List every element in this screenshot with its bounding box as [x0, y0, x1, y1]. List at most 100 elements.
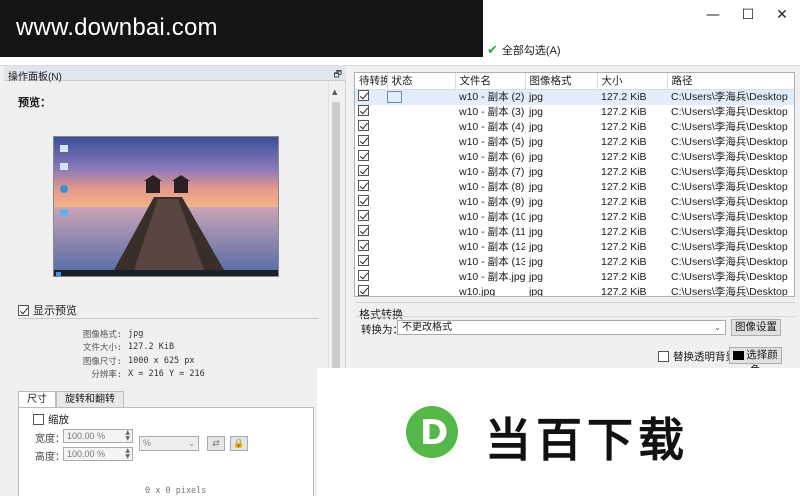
lock-ratio-icon[interactable]: 🔒 [230, 436, 248, 451]
format-cell: jpg [529, 270, 544, 283]
row-checkbox[interactable] [358, 209, 369, 221]
show-preview-checkbox[interactable]: 显示预览 [18, 302, 77, 318]
row-checkbox-cell[interactable] [355, 224, 387, 240]
table-row[interactable]: w10 - 副本 (12.... jpg 127.2 KiB C:\Users\李海兵… [355, 239, 794, 255]
column-header[interactable]: 图像格式 [525, 73, 598, 90]
table-row[interactable]: w10 - 副本 (13.... jpg 127.2 KiB C:\Users\李海兵… [355, 254, 794, 270]
info-row: 文件大小: 127.2 KiB [34, 341, 205, 355]
table-row[interactable]: w10 - 副本 (5).... jpg 127.2 KiB C:\Users\李海兵… [355, 134, 794, 150]
row-checkbox-cell[interactable] [355, 194, 387, 210]
brand-name: 当百下载 [485, 413, 689, 467]
minimize-button[interactable]: — [696, 4, 730, 26]
path-cell: C:\Users\李海兵\Desktop [671, 285, 788, 297]
format-cell: jpg [525, 89, 597, 105]
size-cell: 127.2 KiB [601, 195, 647, 208]
row-checkbox[interactable] [358, 269, 369, 281]
path-cell: C:\Users\李海兵\Desktop [667, 89, 794, 105]
column-header[interactable]: 大小 [597, 73, 668, 90]
row-checkbox[interactable] [358, 254, 369, 266]
checkbox[interactable] [18, 304, 29, 316]
scroll-up-icon[interactable]: ▲ [332, 88, 337, 96]
row-checkbox[interactable] [358, 149, 369, 161]
unit-select[interactable]: % ⌄ [139, 436, 199, 451]
row-checkbox-cell[interactable] [355, 164, 387, 180]
format-cell: jpg [529, 150, 544, 163]
path-cell: C:\Users\李海兵\Desktop [671, 225, 788, 238]
operation-panel: 操作面板(N) 🗗 预览： 显示预览 图像格式: jpg 文件大小: 127.2… [4, 66, 346, 496]
checkbox[interactable] [33, 414, 44, 425]
replace-transparent-checkbox[interactable]: 替换透明背景 [658, 349, 736, 364]
table-row[interactable]: w10 - 副本 (11.... jpg 127.2 KiB C:\Users\李海兵… [355, 224, 794, 240]
format-cell: jpg [529, 105, 544, 118]
zoom-checkbox[interactable]: 缩放 [33, 412, 69, 427]
filename-cell: w10 - 副本 (7).... [459, 165, 525, 178]
column-header[interactable]: 路径 [667, 73, 794, 90]
row-checkbox[interactable] [358, 89, 369, 101]
table-row[interactable]: w10 - 副本 (7).... jpg 127.2 KiB C:\Users\李海兵… [355, 164, 794, 180]
size-cell: 127.2 KiB [601, 270, 647, 283]
spin-arrows-icon[interactable]: ▲ ▼ [125, 448, 130, 460]
table-row[interactable]: w10 - 副本 (9).... jpg 127.2 KiB C:\Users\李海兵… [355, 194, 794, 210]
row-checkbox[interactable] [358, 194, 369, 206]
row-checkbox-cell[interactable] [355, 89, 387, 105]
column-header[interactable]: 待转换 [355, 73, 388, 90]
swap-icon[interactable]: ⇄ [207, 436, 225, 451]
column-header[interactable]: 文件名 [455, 73, 526, 90]
table-row[interactable]: w10 - 副本 (3).... jpg 127.2 KiB C:\Users\李海兵… [355, 104, 794, 120]
maximize-button[interactable]: ☐ [731, 4, 765, 26]
size-cell: 127.2 KiB [601, 135, 647, 148]
convert-format-select[interactable]: 不更改格式 ⌄ [397, 320, 726, 335]
row-checkbox-cell[interactable] [355, 254, 387, 270]
close-button[interactable]: ✕ [765, 4, 799, 26]
status-cell [387, 285, 455, 297]
status-cell [387, 135, 455, 150]
status-cell [387, 210, 455, 225]
path-cell: C:\Users\李海兵\Desktop [671, 195, 788, 208]
row-checkbox-cell[interactable] [355, 269, 387, 285]
table-row[interactable]: w10 - 副本.jpg jpg 127.2 KiB C:\Users\李海兵\Des… [355, 269, 794, 285]
format-cell: jpg [529, 165, 544, 178]
height-input[interactable]: 100.00 % ▲ ▼ [63, 447, 133, 461]
row-checkbox-cell[interactable] [355, 179, 387, 195]
row-checkbox[interactable] [358, 284, 369, 296]
table-row[interactable]: w10 - 副本 (6).... jpg 127.2 KiB C:\Users\李海兵… [355, 149, 794, 165]
row-checkbox[interactable] [358, 164, 369, 176]
spin-arrows-icon[interactable]: ▲ ▼ [125, 430, 130, 442]
size-cell: 127.2 KiB [601, 165, 647, 178]
table-row[interactable]: w10.jpg jpg 127.2 KiB C:\Users\李海兵\Desktop [355, 284, 794, 297]
undock-icon[interactable]: 🗗 [334, 67, 342, 83]
checkbox[interactable] [658, 351, 669, 362]
image-settings-button[interactable]: 图像设置 [731, 319, 781, 336]
row-checkbox-cell[interactable] [355, 239, 387, 255]
zoom-label: 缩放 [48, 414, 69, 426]
format-cell: jpg [529, 225, 544, 238]
row-checkbox-cell[interactable] [355, 284, 387, 297]
table-row[interactable]: w10 - 副本 (2)....jpg127.2 KiBC:\Users\李海兵… [355, 89, 794, 105]
row-checkbox[interactable] [358, 239, 369, 251]
row-checkbox[interactable] [358, 104, 369, 116]
row-checkbox[interactable] [358, 134, 369, 146]
row-checkbox-cell[interactable] [355, 149, 387, 165]
row-checkbox-cell[interactable] [355, 134, 387, 150]
info-key: 图像格式: [82, 329, 122, 340]
column-header[interactable]: 状态 [387, 73, 456, 90]
row-checkbox[interactable] [358, 224, 369, 236]
select-color-button[interactable]: 选择颜色 [729, 347, 782, 376]
table-row[interactable]: w10 - 副本 (10.... jpg 127.2 KiB C:\Users\李海兵… [355, 209, 794, 225]
table-row[interactable]: w10 - 副本 (8).... jpg 127.2 KiB C:\Users\李海兵… [355, 179, 794, 195]
watermark-text: www.downbai.com [16, 14, 218, 41]
tab-rotate-flip[interactable]: 旋转和翻转 [56, 391, 124, 407]
check-all-button[interactable]: ✔ 全部勾选(A) [487, 42, 561, 58]
format-section-title: 格式转换 [355, 302, 795, 322]
row-checkbox-cell[interactable] [355, 104, 387, 120]
width-input[interactable]: 100.00 % ▲ ▼ [63, 429, 133, 443]
replace-transparent-label: 替换透明背景 [673, 351, 736, 363]
row-checkbox[interactable] [358, 179, 369, 191]
row-checkbox-cell[interactable] [355, 119, 387, 135]
table-row[interactable]: w10 - 副本 (4).... jpg 127.2 KiB C:\Users\李海兵… [355, 119, 794, 135]
row-checkbox-cell[interactable] [355, 209, 387, 225]
path-cell: C:\Users\李海兵\Desktop [671, 165, 788, 178]
tab-size[interactable]: 尺寸 [18, 391, 56, 408]
size-cell: 127.2 KiB [601, 240, 647, 253]
row-checkbox[interactable] [358, 119, 369, 131]
